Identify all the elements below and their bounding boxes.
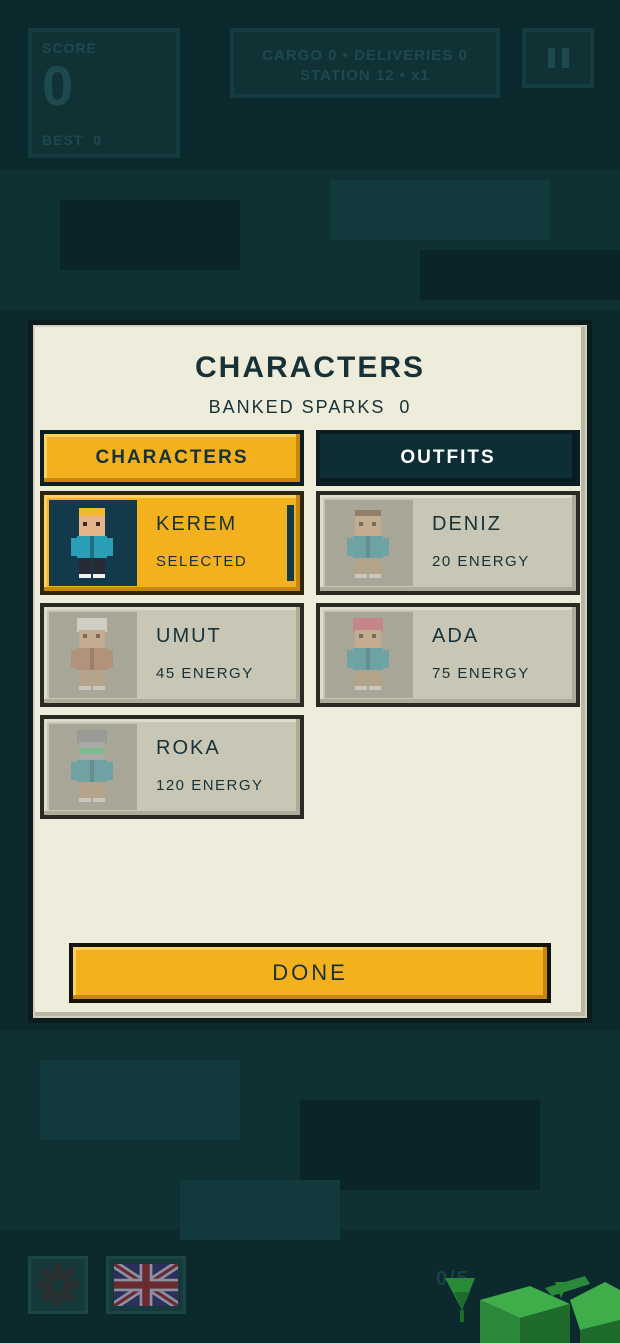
- character-portrait: [49, 612, 137, 698]
- score-panel: SCORE 0 BEST 0: [28, 28, 180, 158]
- stats-line-2: STATION 12 • x1: [300, 67, 430, 84]
- character-deniz-icon: [347, 510, 389, 578]
- tab-characters[interactable]: CHARACTERS: [40, 430, 304, 486]
- pause-button[interactable]: [522, 28, 594, 88]
- best-label: BEST: [42, 132, 84, 148]
- sparks-label: BANKED SPARKS: [208, 397, 386, 417]
- uk-flag-icon: [111, 1260, 181, 1310]
- sparks-value: 0: [399, 397, 412, 417]
- gear-icon: [37, 1264, 79, 1306]
- stats-panel: CARGO 0 • DELIVERIES 0 STATION 12 • x1: [230, 28, 500, 98]
- character-ada-icon: [347, 618, 389, 690]
- character-portrait: [325, 500, 413, 586]
- character-card-ada[interactable]: ADA 75 ENERGY: [316, 603, 580, 707]
- character-roka-icon: [71, 730, 113, 802]
- best-score: BEST 0: [42, 132, 102, 148]
- character-umut-icon: [71, 618, 113, 690]
- character-cost: 20 ENERGY: [432, 553, 530, 570]
- settings-button[interactable]: [28, 1256, 88, 1314]
- character-card-deniz[interactable]: DENIZ 20 ENERGY: [316, 491, 580, 595]
- stats-line-1: CARGO 0 • DELIVERIES 0: [262, 47, 468, 64]
- character-portrait: [325, 612, 413, 698]
- pause-icon: [547, 48, 555, 68]
- character-cost: 75 ENERGY: [432, 665, 530, 682]
- language-button[interactable]: [106, 1256, 186, 1314]
- tab-outfits[interactable]: OUTFITS: [316, 430, 580, 486]
- modal-title: CHARACTERS: [195, 351, 425, 384]
- character-portrait: [49, 724, 137, 810]
- selected-indicator: [287, 505, 294, 581]
- done-button[interactable]: DONE: [69, 943, 551, 1003]
- character-name: UMUT: [156, 625, 222, 647]
- character-cost: 45 ENERGY: [156, 665, 254, 682]
- best-value: 0: [93, 132, 102, 148]
- character-name: DENIZ: [432, 513, 502, 535]
- character-name: ROKA: [156, 737, 221, 759]
- character-card-kerem[interactable]: KEREM SELECTED: [40, 491, 304, 595]
- character-cost: 120 ENERGY: [156, 777, 264, 794]
- character-kerem-icon: [71, 508, 113, 578]
- character-name: KEREM: [156, 513, 238, 535]
- character-portrait: [49, 500, 137, 586]
- voxel-trees-decoration: [445, 1276, 620, 1343]
- character-status: SELECTED: [156, 553, 248, 570]
- banked-sparks: BANKED SPARKS 0: [33, 397, 587, 418]
- character-card-roka[interactable]: ROKA 120 ENERGY: [40, 715, 304, 819]
- characters-modal: CHARACTERS BANKED SPARKS 0 CHARACTERS OU…: [28, 320, 592, 1023]
- score-value: 0: [42, 54, 74, 117]
- character-card-umut[interactable]: UMUT 45 ENERGY: [40, 603, 304, 707]
- character-name: ADA: [432, 625, 480, 647]
